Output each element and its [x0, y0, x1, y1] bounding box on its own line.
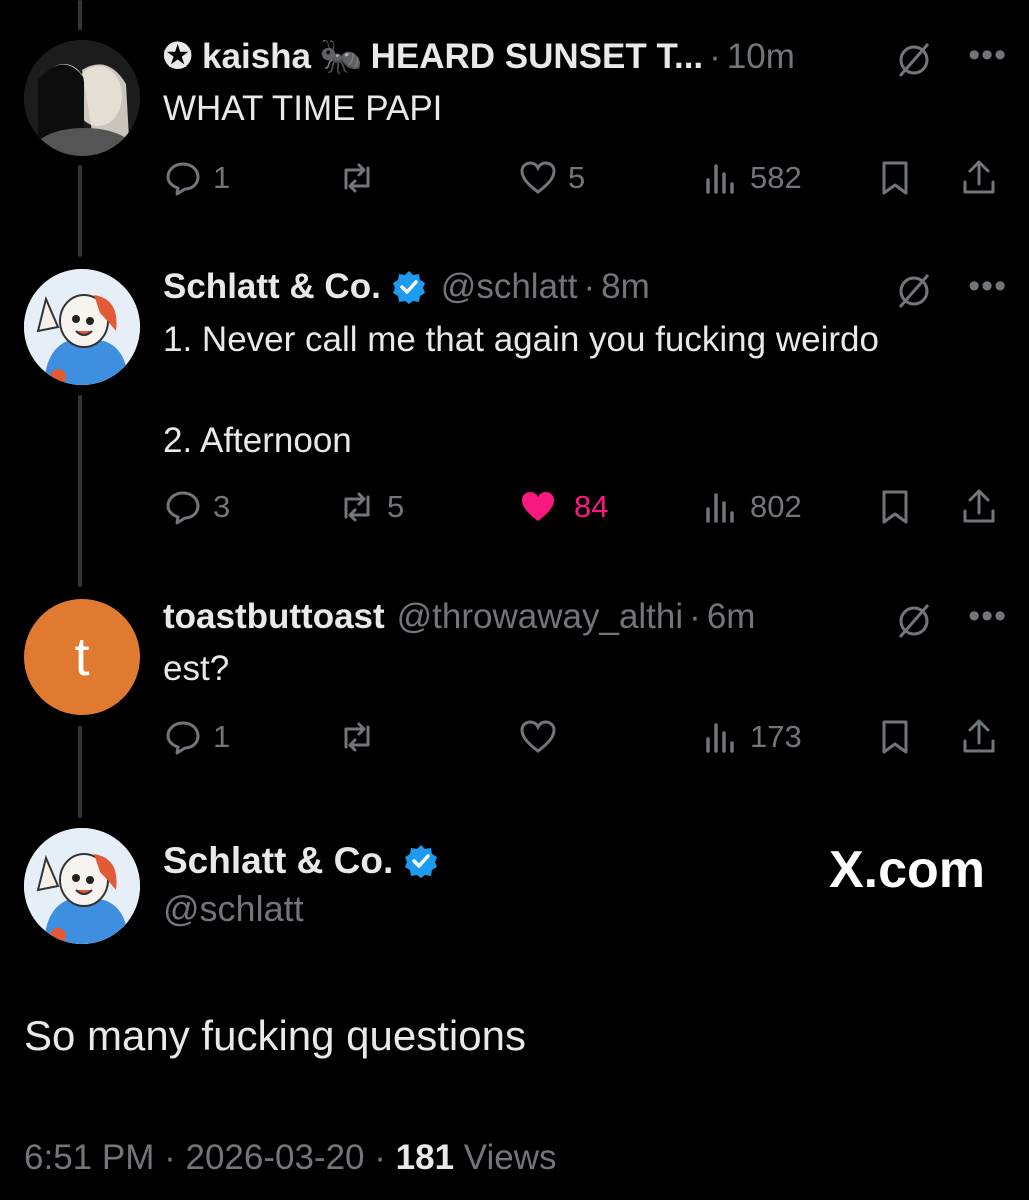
views-icon [706, 723, 734, 753]
more-options-icon[interactable]: ••• [968, 267, 1007, 306]
reply-button[interactable]: 1 [163, 158, 230, 198]
like-count: 84 [574, 489, 609, 524]
tweet-text: est? [163, 649, 230, 688]
tweet-schlatt-reply[interactable]: Schlatt & Co. @schlatt · 8m ••• 1. Never… [0, 255, 1029, 555]
repost-button[interactable]: 5 [337, 487, 404, 527]
repost-button[interactable] [337, 158, 387, 198]
xcom-watermark: X.com [828, 841, 985, 899]
avatar[interactable] [24, 269, 140, 385]
reply-icon [166, 162, 200, 196]
main-display-name[interactable]: Schlatt & Co. [163, 840, 393, 882]
main-display-name-row: Schlatt & Co. [163, 840, 439, 882]
heart-icon [520, 720, 556, 753]
tweet-meta: 6:51 PM · 2026-03-20 · 181 Views [24, 1138, 557, 1178]
post-date[interactable]: 2026-03-20 [185, 1138, 364, 1177]
views-total: 181 [395, 1138, 455, 1177]
repost-icon [344, 722, 370, 752]
bookmark-button[interactable] [875, 158, 915, 198]
views-button[interactable]: 173 [700, 717, 802, 757]
grok-icon[interactable] [894, 601, 934, 641]
views-icon [706, 493, 734, 523]
like-button[interactable] [518, 717, 568, 757]
timestamp[interactable]: 6m [707, 597, 756, 637]
bookmark-icon [882, 161, 908, 195]
post-time[interactable]: 6:51 PM [24, 1138, 154, 1177]
main-handle[interactable]: @schlatt [163, 888, 304, 930]
views-button[interactable]: 802 [700, 487, 802, 527]
bookmark-icon [882, 490, 908, 524]
views-count: 582 [750, 160, 802, 195]
separator: · [164, 1138, 176, 1177]
repost-icon [344, 163, 370, 193]
timestamp[interactable]: 10m [727, 37, 795, 77]
bookmark-button[interactable] [875, 487, 915, 527]
display-name-suffix[interactable]: HEARD SUNSET T... [371, 37, 704, 77]
bookmark-icon [882, 720, 908, 754]
tweet-header: toastbuttoast @throwaway_althi · 6m [163, 597, 755, 637]
share-button[interactable] [959, 717, 999, 757]
tweet-text: WHAT TIME PAPI [163, 89, 443, 128]
grok-icon[interactable] [894, 271, 934, 311]
handle[interactable]: @throwaway_althi [397, 597, 684, 637]
action-bar: 3 5 84 802 [163, 487, 1003, 531]
main-avatar[interactable] [24, 828, 140, 944]
reply-count: 1 [213, 160, 231, 195]
share-icon [963, 719, 995, 753]
ant-emoji: 🐜 [319, 37, 363, 76]
display-name[interactable]: ✪ kaisha [163, 37, 311, 77]
like-count: 5 [568, 160, 586, 195]
main-tweet-text: So many fucking questions [24, 1012, 526, 1059]
avatar[interactable]: t [24, 599, 140, 715]
separator: · [709, 36, 721, 76]
separator: · [689, 597, 701, 636]
bookmark-button[interactable] [875, 717, 915, 757]
grok-icon[interactable] [894, 40, 934, 80]
reply-icon [166, 721, 200, 755]
verified-badge-icon [392, 271, 425, 304]
separator: · [374, 1138, 386, 1177]
tweet-header: ✪ kaisha 🐜 HEARD SUNSET T... · 10m [163, 36, 795, 77]
display-name[interactable]: Schlatt & Co. [163, 267, 381, 307]
tweet-header: Schlatt & Co. @schlatt · 8m [163, 267, 650, 307]
more-options-icon[interactable]: ••• [968, 597, 1007, 636]
heart-icon [520, 161, 556, 194]
repost-icon [344, 492, 370, 522]
share-button[interactable] [959, 158, 999, 198]
display-name[interactable]: toastbuttoast [163, 597, 385, 637]
timestamp[interactable]: 8m [601, 267, 650, 307]
handle[interactable]: @schlatt [441, 267, 578, 307]
tweet-toastbuttoast[interactable]: t toastbuttoast @throwaway_althi · 6m ••… [0, 585, 1029, 785]
share-button[interactable] [959, 487, 999, 527]
tweet-kaisha[interactable]: ✪ kaisha 🐜 HEARD SUNSET T... · 10m ••• W… [0, 0, 1029, 240]
avatar-letter: t [74, 627, 90, 687]
repost-count: 5 [387, 489, 405, 524]
reply-count: 1 [213, 719, 231, 754]
like-button[interactable]: 84 [518, 487, 608, 527]
separator: · [583, 267, 596, 306]
views-icon [706, 164, 734, 194]
views-count: 802 [750, 489, 802, 524]
more-options-icon[interactable]: ••• [968, 36, 1007, 75]
repost-button[interactable] [337, 717, 387, 757]
reply-button[interactable]: 3 [163, 487, 230, 527]
avatar[interactable] [24, 40, 140, 156]
verified-badge-icon [405, 845, 438, 878]
share-icon [963, 489, 995, 523]
action-bar: 1 173 [163, 717, 1003, 761]
heart-filled-icon [522, 492, 554, 521]
reply-icon [166, 491, 200, 525]
tweet-text-line-1: 1. Never call me that again you fucking … [163, 320, 879, 359]
share-icon [963, 160, 995, 194]
like-button[interactable]: 5 [518, 158, 585, 198]
reply-count: 3 [213, 489, 231, 524]
reply-button[interactable]: 1 [163, 717, 230, 757]
views-label: Views [463, 1138, 557, 1177]
views-count: 173 [750, 719, 802, 754]
views-button[interactable]: 582 [700, 158, 802, 198]
tweet-text-line-2: 2. Afternoon [163, 421, 352, 460]
action-bar: 1 5 582 [163, 158, 1003, 202]
